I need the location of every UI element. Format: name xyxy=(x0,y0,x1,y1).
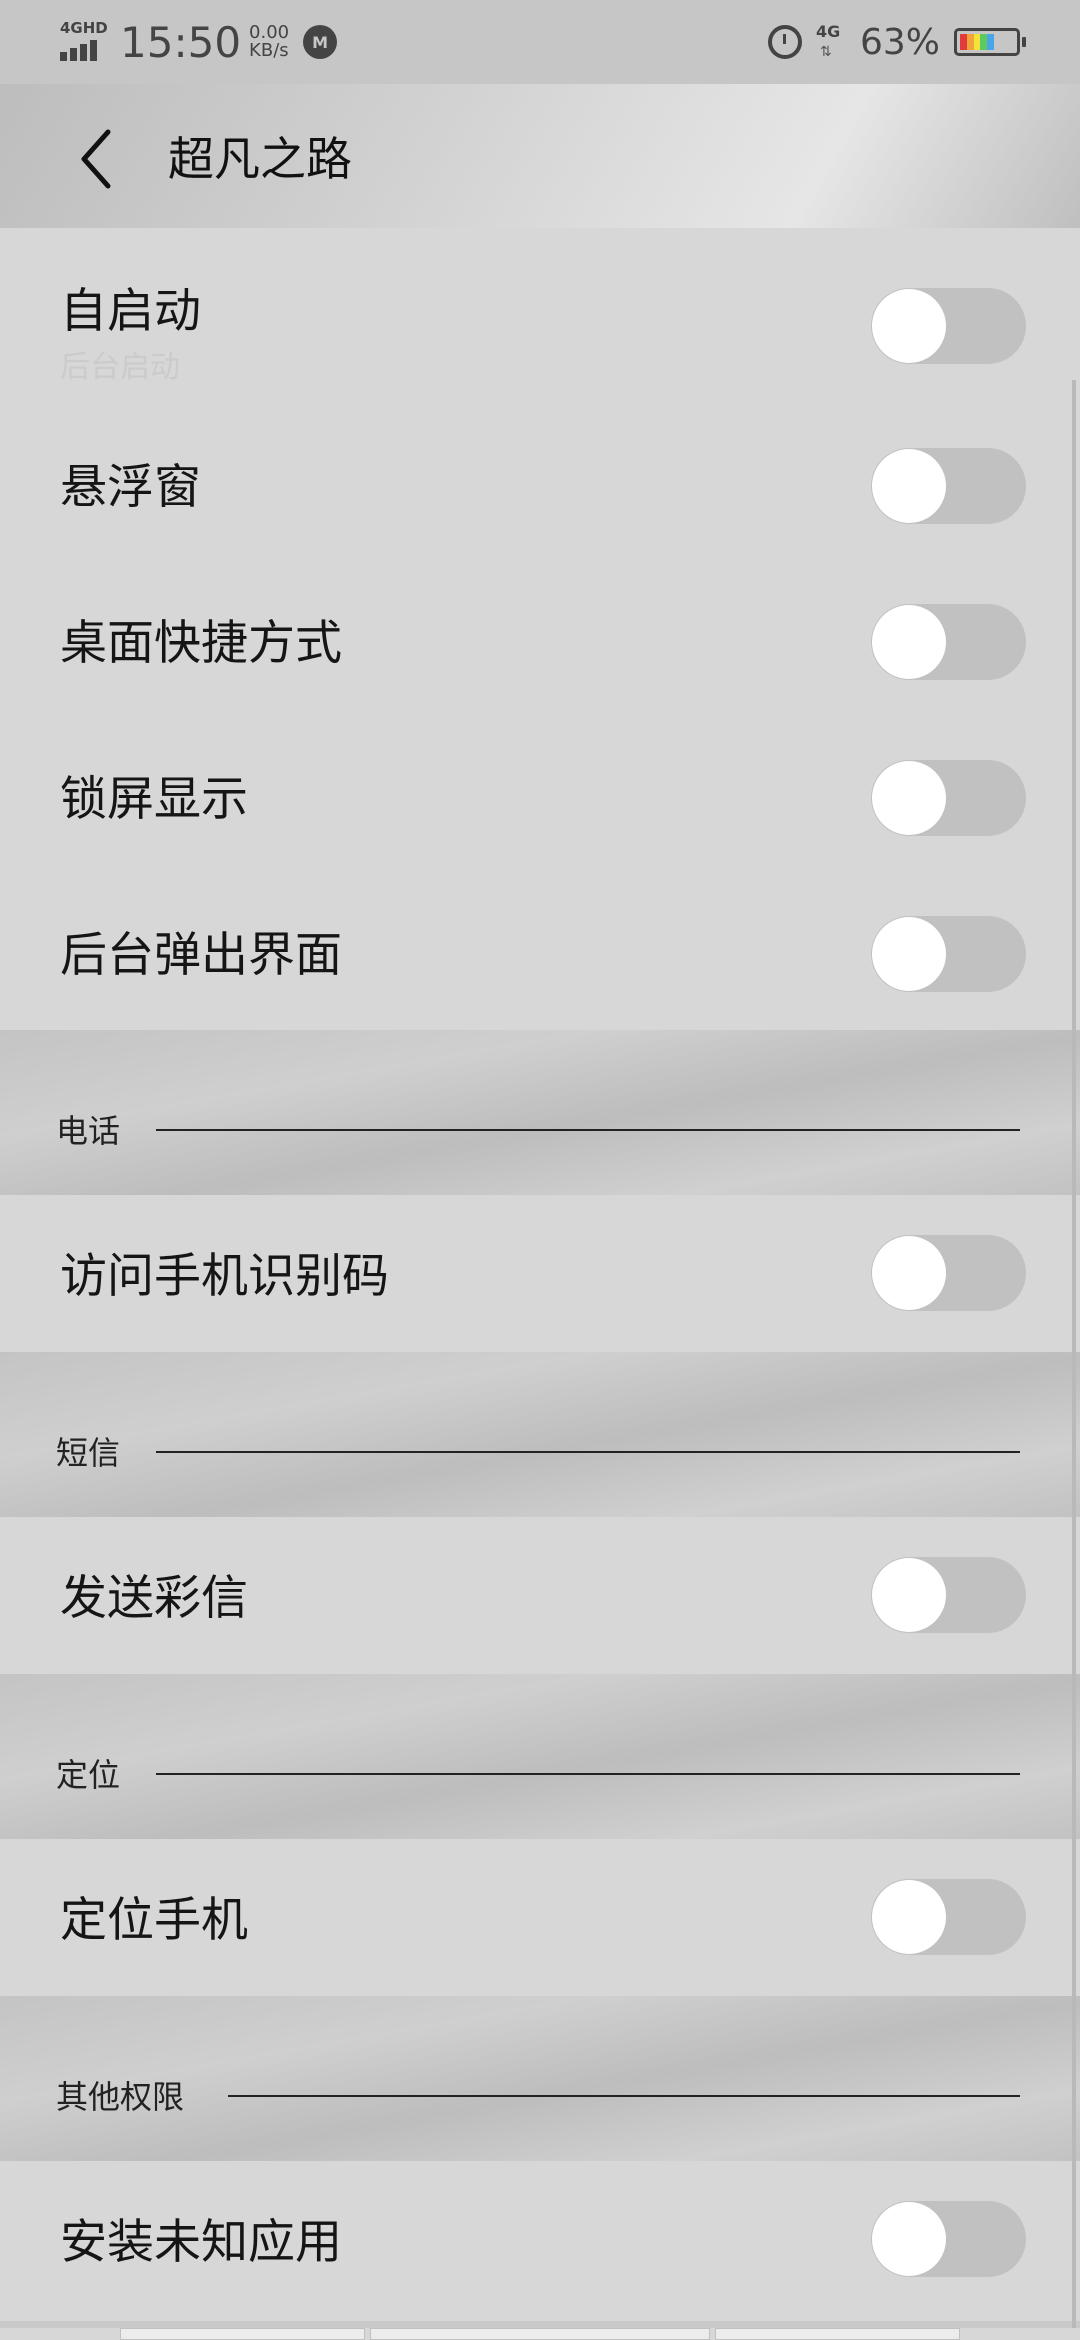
background-popup-toggle[interactable] xyxy=(871,916,1026,992)
toggle-knob xyxy=(872,1558,946,1632)
app-header: 超凡之路 xyxy=(0,84,1080,228)
permission-label: 定位手机 xyxy=(60,1893,248,1948)
permission-label: 安装未知应用 xyxy=(60,2215,342,2270)
battery-segment xyxy=(980,34,988,50)
toggle-knob xyxy=(872,449,946,523)
permission-row[interactable]: 桌面快捷方式 xyxy=(0,564,1080,720)
permission-label: 自启动 xyxy=(60,284,201,339)
shortcut-toggle[interactable] xyxy=(871,604,1026,680)
signal-bars xyxy=(60,40,97,61)
section-title: 短信 xyxy=(56,1434,121,1472)
lockscreen-toggle[interactable] xyxy=(871,760,1026,836)
section-divider xyxy=(156,1773,1020,1775)
permission-label: 悬浮窗 xyxy=(60,460,201,515)
mobile-data-type: 4G xyxy=(815,22,841,41)
mi-icon: M xyxy=(303,25,338,59)
back-button[interactable] xyxy=(70,124,130,194)
data-arrows-icon: ⇅ xyxy=(819,44,832,60)
permission-row[interactable]: 定位手机 xyxy=(0,1839,1080,1996)
permission-row[interactable]: 后台弹出界面 xyxy=(0,876,1080,1030)
section-header-phone: 电话 xyxy=(0,1030,1080,1195)
scrollbar[interactable] xyxy=(1072,380,1076,2340)
battery-segment xyxy=(973,34,981,50)
bottom-button[interactable] xyxy=(370,2328,710,2340)
network-speed: 0.00 KB/s xyxy=(249,24,289,60)
permission-label: 发送彩信 xyxy=(60,1571,248,1626)
status-time: 15:50 xyxy=(120,17,242,67)
toggle-knob xyxy=(872,1880,946,1954)
permission-label: 桌面快捷方式 xyxy=(60,616,342,671)
toggle-knob xyxy=(872,761,946,835)
send-mms-toggle[interactable] xyxy=(871,1557,1026,1633)
section-divider xyxy=(156,1129,1020,1131)
battery-icon xyxy=(954,28,1026,56)
section-header-other: 其他权限 xyxy=(0,1996,1080,2161)
location-toggle[interactable] xyxy=(871,1879,1026,1955)
toggle-knob xyxy=(872,2202,946,2276)
alarm-icon xyxy=(767,25,802,59)
section-header-location: 定位 xyxy=(0,1674,1080,1839)
section-title: 电话 xyxy=(56,1112,121,1150)
chevron-left-icon xyxy=(81,129,111,189)
autostart-toggle[interactable] xyxy=(871,288,1026,364)
bottom-button[interactable] xyxy=(120,2328,365,2340)
battery-segment xyxy=(987,34,994,50)
permission-label: 访问手机识别码 xyxy=(60,1249,389,1304)
status-bar: 4GHD 15:50 0.00 KB/s M 4G ⇅ 63% xyxy=(0,0,1080,84)
signal-icon: 4GHD xyxy=(60,17,108,67)
page-title: 超凡之路 xyxy=(168,132,352,186)
permission-row[interactable]: 访问手机识别码 xyxy=(0,1195,1080,1352)
section-title: 定位 xyxy=(56,1756,121,1794)
section-divider xyxy=(228,2095,1020,2097)
section-title: 其他权限 xyxy=(56,2078,185,2116)
permission-row[interactable]: 悬浮窗 xyxy=(0,408,1080,564)
battery-segment xyxy=(966,34,974,50)
floating-window-toggle[interactable] xyxy=(871,448,1026,524)
network-type: 4GHD xyxy=(60,19,108,37)
permission-row[interactable]: 安装未知应用 xyxy=(0,2161,1080,2321)
permission-row[interactable]: 发送彩信 xyxy=(0,1517,1080,1674)
install-unknown-apps-toggle[interactable] xyxy=(871,2201,1026,2277)
toggle-knob xyxy=(872,917,946,991)
battery-fill xyxy=(960,34,994,50)
permission-list: 自启动 后台启动 悬浮窗 桌面快捷方式 锁屏显示 后台弹出界面 电话 访问手机识… xyxy=(0,228,1080,2321)
device-id-toggle[interactable] xyxy=(871,1235,1026,1311)
toggle-knob xyxy=(872,605,946,679)
toggle-knob xyxy=(872,1236,946,1310)
battery-percent: 63% xyxy=(859,21,940,63)
permission-label: 后台弹出界面 xyxy=(60,928,342,983)
section-header-sms: 短信 xyxy=(0,1352,1080,1517)
mobile-data-icon: 4G ⇅ xyxy=(816,22,846,62)
permission-row[interactable]: 锁屏显示 xyxy=(0,720,1080,876)
bottom-button[interactable] xyxy=(715,2328,960,2340)
permission-label: 锁屏显示 xyxy=(60,772,248,827)
status-right: 4G ⇅ 63% xyxy=(767,0,1026,84)
section-divider xyxy=(156,1451,1020,1453)
bottom-button-bar xyxy=(0,2328,1080,2340)
status-left: 4GHD 15:50 0.00 KB/s M xyxy=(60,0,338,84)
toggle-knob xyxy=(872,289,946,363)
permission-row[interactable]: 自启动 后台启动 xyxy=(0,228,1080,408)
battery-segment xyxy=(960,34,967,50)
permission-sublabel: 后台启动 xyxy=(60,350,180,385)
speed-unit: KB/s xyxy=(249,40,289,61)
